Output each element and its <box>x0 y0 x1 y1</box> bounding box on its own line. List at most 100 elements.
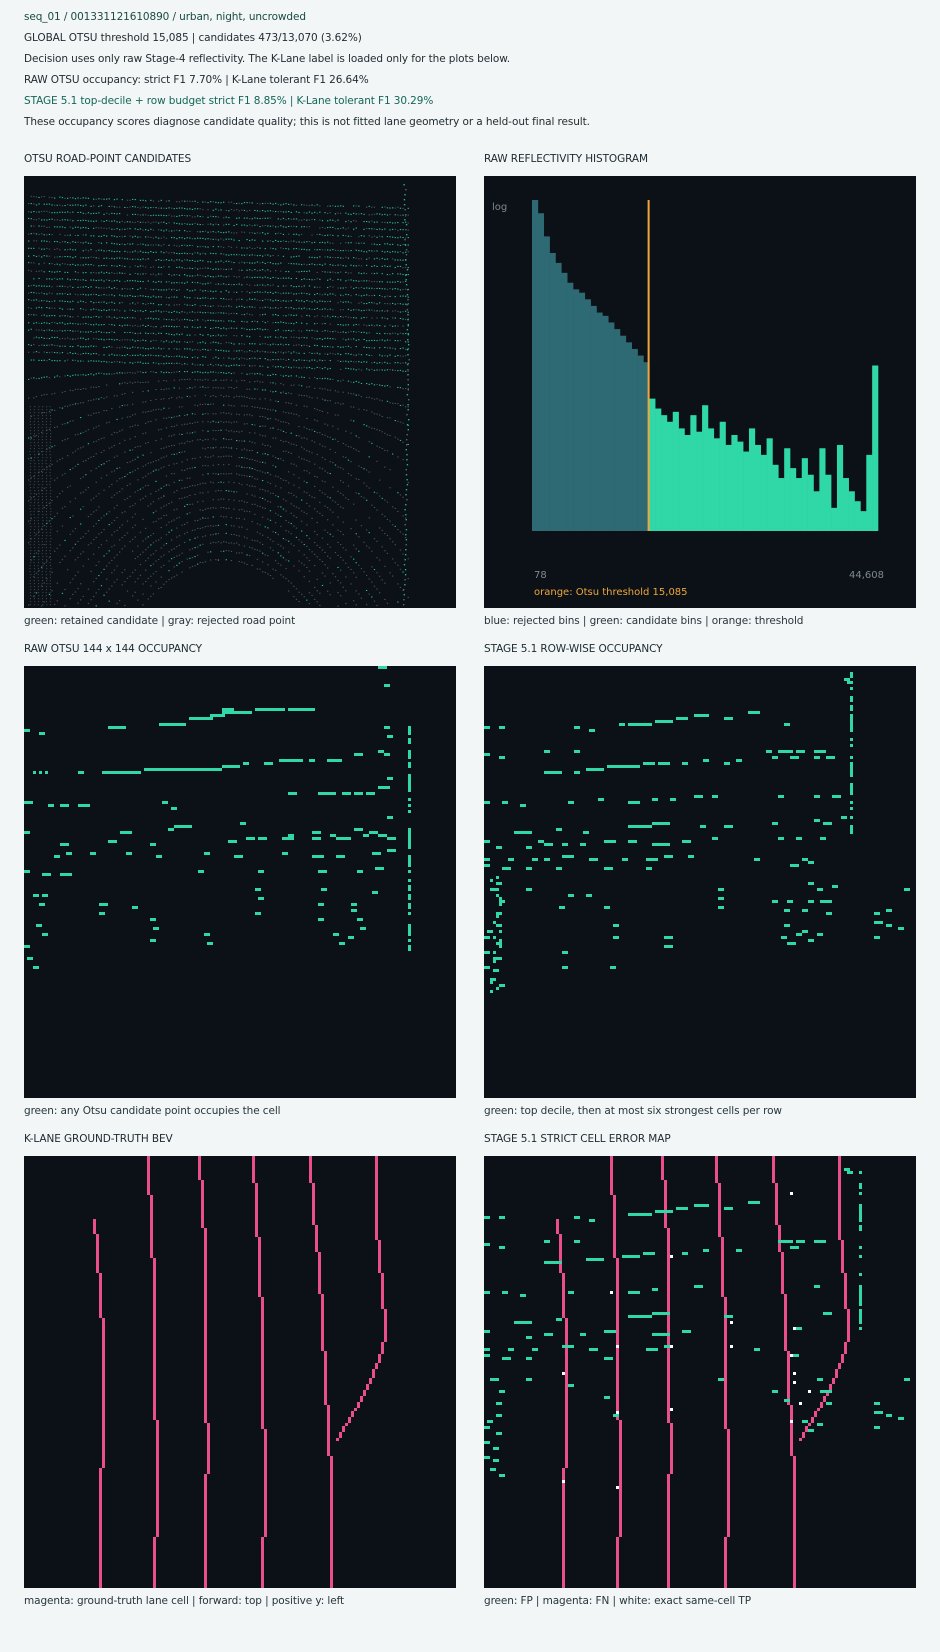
rejected-point <box>230 298 233 300</box>
candidate-point <box>28 240 30 242</box>
candidate-point <box>69 308 71 310</box>
rejected-point <box>37 454 39 456</box>
candidate-point <box>288 560 290 562</box>
candidate-point <box>124 235 126 237</box>
rejected-point <box>246 484 248 486</box>
rejected-point <box>51 464 53 466</box>
rejected-point <box>358 258 360 260</box>
candidate-point <box>353 331 355 333</box>
candidate-point <box>116 372 118 374</box>
rejected-point <box>202 209 204 211</box>
rejected-point <box>199 349 201 351</box>
rejected-point <box>204 201 207 203</box>
rejected-point <box>249 224 251 226</box>
candidate-point <box>129 228 131 230</box>
candidate-point <box>119 264 121 266</box>
rejected-point <box>282 576 285 578</box>
rejected-point <box>145 259 147 261</box>
rejected-point <box>197 519 199 521</box>
candidate-point <box>275 233 277 235</box>
candidate-point <box>137 340 139 342</box>
candidate-point <box>353 368 355 370</box>
candidate-point <box>215 201 217 203</box>
candidate-point <box>399 317 402 319</box>
rejected-point <box>163 505 165 507</box>
rejected-point <box>145 485 147 487</box>
rejected-point <box>311 594 313 596</box>
rejected-point <box>230 455 233 457</box>
candidate-point <box>397 333 399 335</box>
rejected-point <box>327 389 329 391</box>
rejected-point <box>249 450 251 452</box>
rejected-point <box>38 439 40 441</box>
candidate-point <box>314 359 316 361</box>
candidate-point <box>371 339 373 341</box>
rejected-point <box>251 458 253 460</box>
candidate-point <box>345 324 347 326</box>
rejected-point <box>95 453 97 455</box>
candidate-point <box>184 252 186 254</box>
rejected-point <box>376 557 378 559</box>
candidate-point <box>353 338 355 340</box>
candidate-point <box>399 244 402 246</box>
rejected-point <box>311 429 313 431</box>
candidate-point <box>163 407 165 409</box>
rejected-point <box>116 206 118 208</box>
candidate-point <box>366 287 368 289</box>
candidate-point <box>155 372 157 374</box>
rejected-point <box>158 489 160 491</box>
rejected-point <box>366 396 368 398</box>
rejected-point <box>163 259 165 261</box>
rejected-point <box>34 508 36 510</box>
rejected-point <box>181 451 183 453</box>
rejected-point <box>186 496 188 498</box>
rejected-point <box>347 279 350 281</box>
rejected-point <box>108 588 110 590</box>
candidate-point <box>381 206 383 208</box>
candidate-point <box>337 235 339 237</box>
rejected-point <box>113 431 116 433</box>
candidate-point <box>30 291 32 293</box>
rejected-point <box>158 200 160 202</box>
rejected-point <box>98 533 100 535</box>
candidate-point <box>212 319 214 321</box>
rejected-point <box>152 354 155 356</box>
candidate-point <box>189 319 191 321</box>
rejected-point <box>220 507 222 509</box>
candidate-point <box>98 205 100 207</box>
rejected-point <box>233 431 235 433</box>
candidate-point <box>215 261 217 263</box>
rejected-point <box>288 322 290 324</box>
rejected-point <box>184 442 186 444</box>
candidate-point <box>282 367 285 369</box>
candidate-point <box>43 219 45 221</box>
rejected-point <box>142 381 144 383</box>
candidate-point <box>405 221 407 223</box>
candidate-point <box>178 415 181 417</box>
rejected-point <box>126 332 129 334</box>
rejected-point <box>329 400 331 402</box>
candidate-point <box>137 288 139 290</box>
rejected-point <box>67 308 69 310</box>
rejected-point <box>202 275 204 277</box>
rejected-point <box>371 272 373 274</box>
candidate-point <box>87 220 90 222</box>
candidate-point <box>106 257 108 259</box>
rejected-point <box>301 593 303 595</box>
rejected-point <box>41 585 43 587</box>
rejected-point <box>51 590 53 592</box>
rejected-point <box>259 488 261 490</box>
rejected-point <box>61 263 64 265</box>
candidate-point <box>103 360 105 362</box>
rejected-point <box>254 548 256 550</box>
rejected-point <box>324 359 326 361</box>
candidate-point <box>272 300 274 302</box>
candidate-point <box>106 513 108 515</box>
rejected-point <box>256 505 259 507</box>
candidate-point <box>272 263 274 265</box>
rejected-point <box>371 397 373 399</box>
rejected-point <box>319 205 321 207</box>
rejected-point <box>38 424 40 426</box>
candidate-point <box>176 252 178 254</box>
rejected-point <box>126 497 129 499</box>
